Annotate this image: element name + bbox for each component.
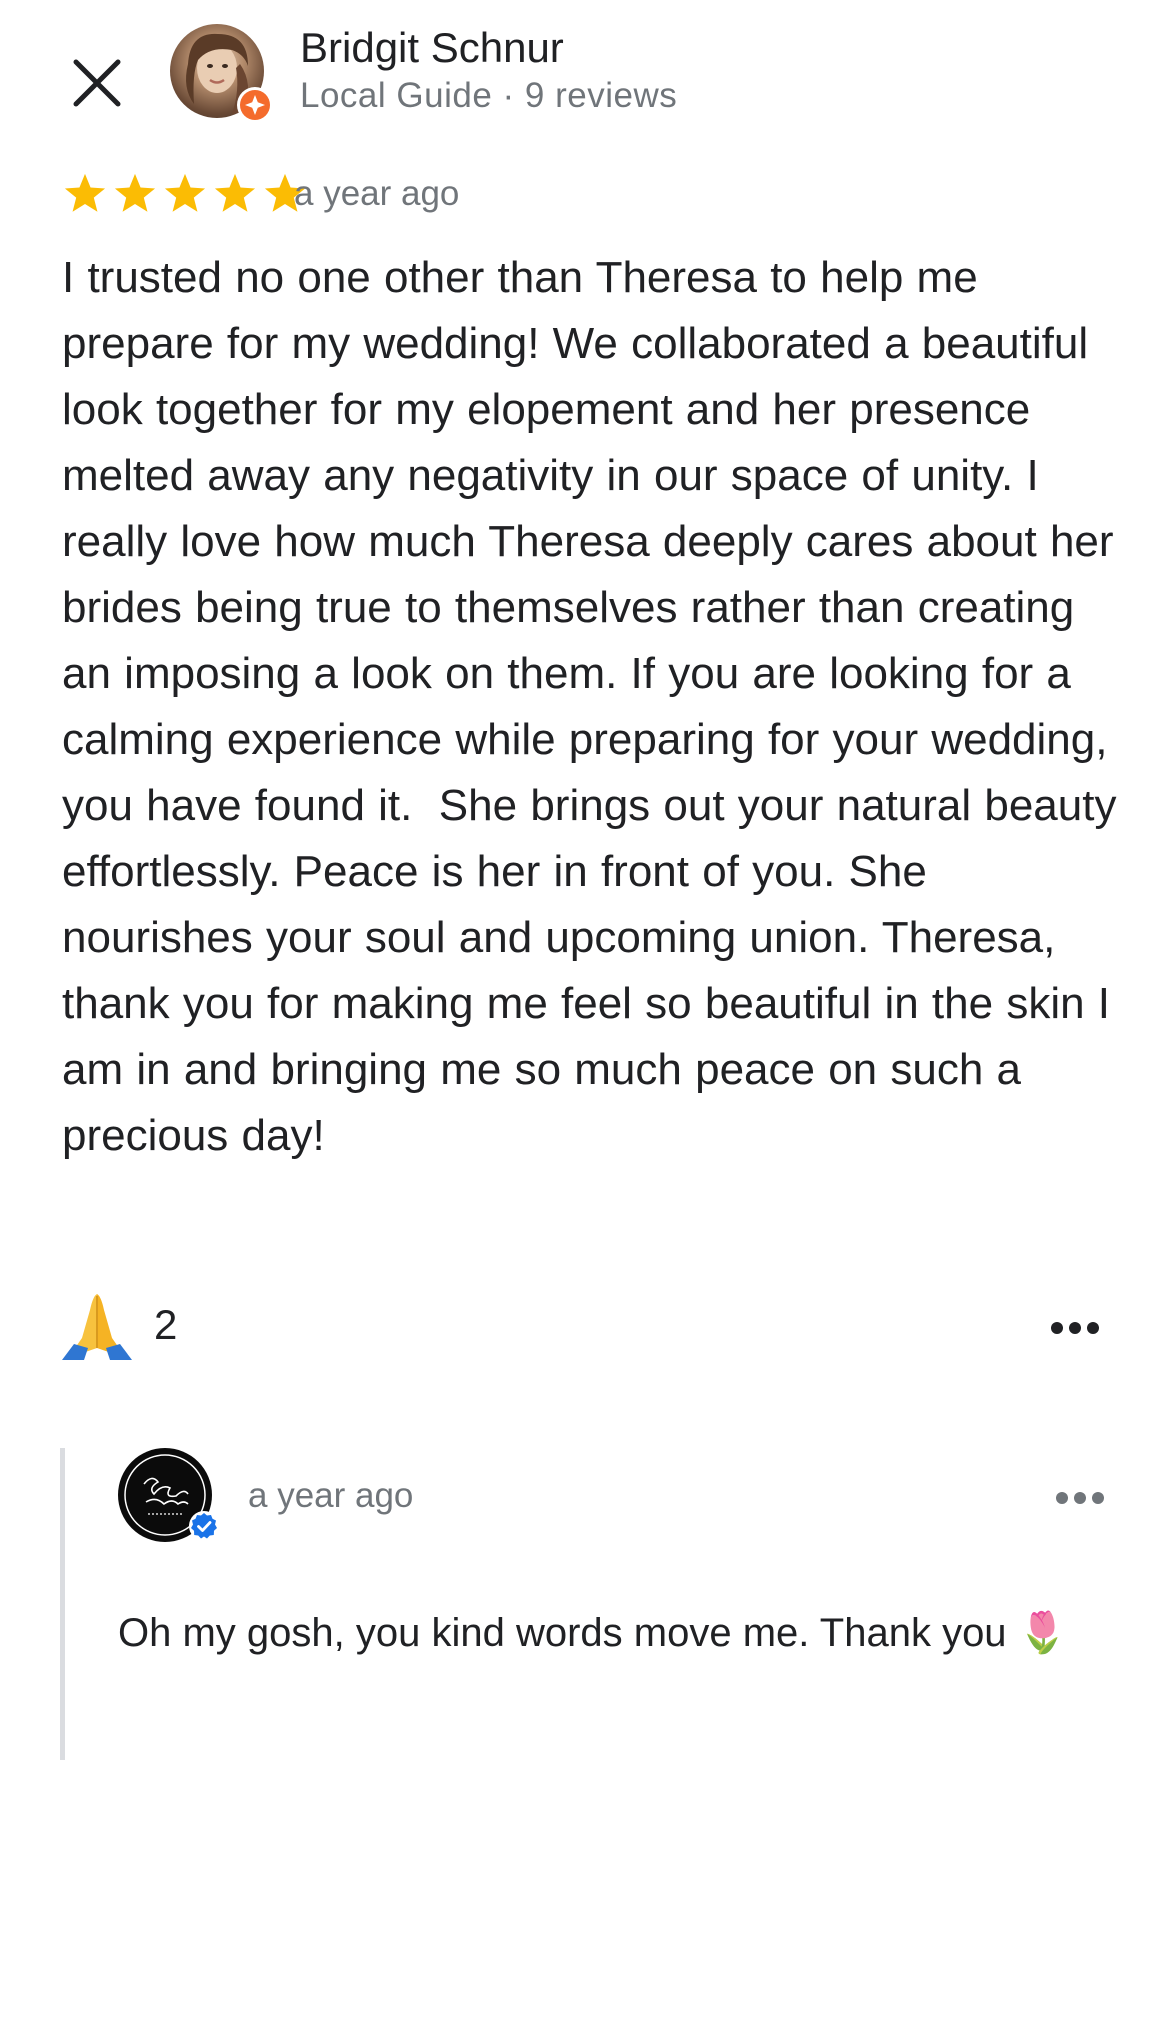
more-horizontal-icon xyxy=(1056,1492,1104,1504)
reaction-count: 2 xyxy=(154,1301,178,1348)
star-icon xyxy=(164,173,206,212)
star-icon xyxy=(64,173,106,212)
verified-badge-icon xyxy=(189,1511,219,1541)
owner-reply: a year ago Oh my gosh, you kind words mo… xyxy=(60,1448,1125,1760)
star-rating xyxy=(62,172,308,216)
author-avatar[interactable] xyxy=(170,24,273,123)
author-meta: Local Guide · 9 reviews xyxy=(300,76,678,115)
close-icon xyxy=(73,59,121,107)
review-more-button[interactable] xyxy=(1045,1308,1105,1348)
owner-avatar[interactable] xyxy=(118,1448,219,1542)
close-button[interactable] xyxy=(62,48,132,118)
reply-text: Oh my gosh, you kind words move me. Than… xyxy=(118,1611,1068,1655)
reaction-button[interactable]: 2 xyxy=(60,1288,177,1362)
author-name[interactable]: Bridgit Schnur xyxy=(300,24,564,72)
review-time: a year ago xyxy=(294,174,460,213)
praying-hands-icon xyxy=(62,1294,132,1360)
review-text: I trusted no one other than Theresa to h… xyxy=(62,253,1130,1160)
reply-more-button[interactable] xyxy=(1050,1483,1110,1513)
reply-time: a year ago xyxy=(248,1476,414,1515)
star-icon xyxy=(114,173,156,212)
local-guide-badge-icon xyxy=(237,87,273,123)
more-horizontal-icon xyxy=(1051,1322,1099,1334)
star-icon xyxy=(214,173,256,212)
